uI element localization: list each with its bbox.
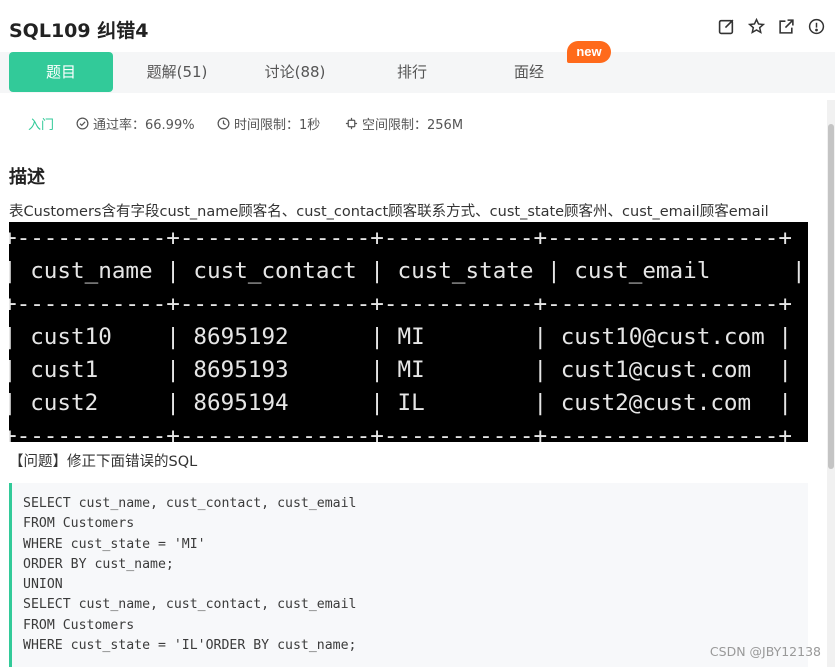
table-text: +-----------+--------------+-----------+…	[9, 225, 806, 442]
watermark: CSDN @JBY12138	[709, 644, 821, 659]
scrollbar[interactable]	[827, 100, 835, 667]
pass-rate: 通过率：66.99%	[76, 114, 195, 133]
page-title: SQL109 纠错4	[9, 20, 149, 42]
code-text: SELECT cust_name, cust_contact, cust_ema…	[23, 496, 357, 654]
scrollbar-thumb[interactable]	[828, 124, 834, 469]
check-circle-icon	[76, 117, 89, 130]
time-limit-text: 时间限制：1秒	[234, 118, 321, 133]
table-image: +-----------+--------------+-----------+…	[9, 222, 808, 442]
tab-solutions[interactable]: 题解(51)	[125, 52, 229, 92]
space-limit-text: 空间限制：256M	[362, 118, 464, 133]
info-icon[interactable]	[808, 18, 825, 35]
tab-problem[interactable]: 题目	[9, 52, 113, 92]
question-text: 【问题】修正下面错误的SQL	[9, 454, 198, 470]
new-badge: new	[567, 41, 611, 63]
section-title: 描述	[9, 167, 45, 188]
header: SQL109 纠错4	[0, 0, 835, 52]
tab-bar: 题目 题解(51) 讨论(88) 排行 面经	[0, 52, 835, 93]
time-limit: 时间限制：1秒	[217, 114, 320, 133]
edit-icon[interactable]	[718, 18, 735, 35]
chip-icon	[345, 117, 358, 130]
description: 表Customers含有字段cust_name顾客名、cust_contact顾…	[9, 204, 769, 220]
tab-ranking[interactable]: 排行	[360, 52, 464, 92]
header-actions	[718, 18, 825, 35]
problem-meta: 入门 通过率：66.99% 时间限制：1秒 空间限制：256M	[0, 112, 835, 133]
star-icon[interactable]	[748, 18, 765, 35]
pass-rate-text: 通过率：66.99%	[93, 118, 195, 133]
clock-icon	[217, 117, 230, 130]
difficulty-badge: 入门	[28, 118, 55, 133]
code-block: SELECT cust_name, cust_contact, cust_ema…	[9, 483, 808, 667]
external-link-icon[interactable]	[778, 18, 795, 35]
tab-interview[interactable]: 面经	[477, 52, 581, 92]
tab-discussion[interactable]: 讨论(88)	[243, 52, 347, 92]
space-limit: 空间限制：256M	[345, 114, 463, 133]
